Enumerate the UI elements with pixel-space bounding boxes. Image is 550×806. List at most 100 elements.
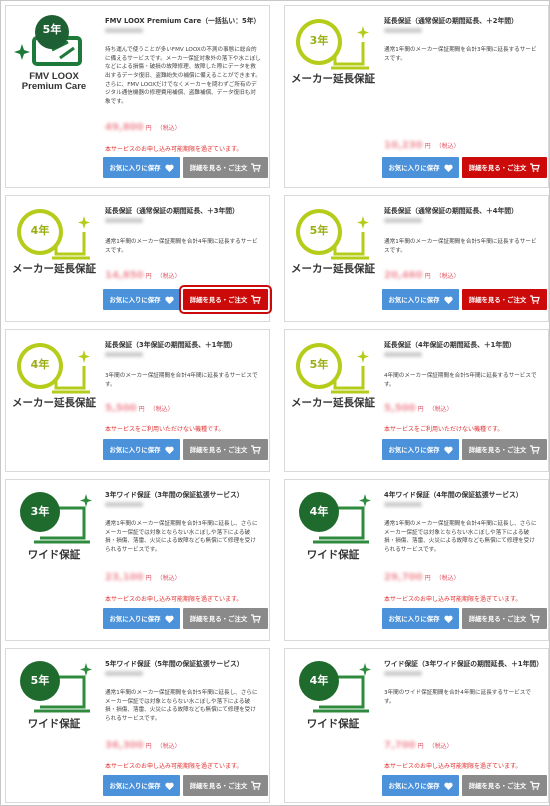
view-details-order-button[interactable]: 詳細を見る・ご注文 <box>462 608 547 629</box>
service-card-extended-4y: 4年 メーカー延長保証 延長保証（通常保証の期間延長、＋3年間） 通常1年間のメ… <box>5 195 272 322</box>
price-yen: 円 <box>417 743 424 750</box>
years-badge: 5年 <box>30 674 50 687</box>
view-details-order-button[interactable]: 詳細を見る・ご注文 <box>183 775 268 796</box>
add-to-favorites-button[interactable]: お気に入りに保存 <box>103 608 180 629</box>
price: 5,500 円 （税込） <box>384 403 453 414</box>
availability-note: 本サービスのお申し込み可能期限を過ぎています。 <box>384 763 522 770</box>
detail-label: 詳細を見る・ご注文 <box>468 615 527 623</box>
premium-care-icon: 5年 <box>12 14 96 74</box>
service-caption: メーカー延長保証 <box>291 397 375 409</box>
service-card-extended-4y-plus1: 5年 メーカー延長保証 延長保証（4年保証の期間延長、＋1年間） 4年間のメーカ… <box>284 329 549 472</box>
service-card-wide-3y-plus1: 4年 ワイド保証 ワイド保証（3年ワイド保証の期間延長、＋1年間） 3年間のワイ… <box>284 648 549 803</box>
product-code-blurred <box>105 218 143 223</box>
sparkle-icon <box>357 350 369 363</box>
service-title: 延長保証（通常保証の期間延長、＋2年間） <box>384 17 518 25</box>
price-yen: 円 <box>145 743 152 750</box>
sparkle-icon <box>78 216 90 229</box>
service-caption: ワイド保証 <box>27 549 81 561</box>
view-details-order-button[interactable]: 詳細を見る・ご注文 <box>462 157 547 178</box>
service-caption: メーカー延長保証 <box>291 73 375 85</box>
years-badge: 4年 <box>309 505 329 518</box>
add-to-favorites-button[interactable]: お気に入りに保存 <box>382 439 459 460</box>
service-caption: メーカー延長保証 <box>12 263 96 275</box>
heart-icon <box>443 296 453 304</box>
service-card-extended-3y: 3年 メーカー延長保証 延長保証（通常保証の期間延長、＋2年間） 通常1年間のメ… <box>284 5 549 188</box>
wide-warranty-icon: 4年 <box>291 488 375 548</box>
price: 5,500 円 （税込） <box>105 403 174 414</box>
sparkle-icon <box>80 663 92 676</box>
view-details-order-button[interactable]: 詳細を見る・ご注文 <box>462 775 547 796</box>
detail-label: 詳細を見る・ご注文 <box>468 164 527 172</box>
price-value: 5,500 <box>105 403 137 414</box>
price-yen: 円 <box>145 575 152 582</box>
price-value: 10,230 <box>384 140 423 151</box>
detail-label: 詳細を見る・ご注文 <box>189 296 248 304</box>
cart-icon <box>530 614 541 623</box>
favorite-label: お気に入りに保存 <box>109 446 161 454</box>
price-value: 5,500 <box>384 403 416 414</box>
heart-icon <box>164 296 174 304</box>
price: 49,800 円 （税込） <box>105 122 181 133</box>
service-title: 3年ワイド保証（3年間の保証拡張サービス） <box>105 491 244 499</box>
add-to-favorites-button[interactable]: お気に入りに保存 <box>382 775 459 796</box>
service-card-extended-3y-plus1: 4年 メーカー延長保証 延長保証（3年保証の期間延長、＋1年間） 3年間のメーカ… <box>5 329 270 472</box>
add-to-favorites-button[interactable]: お気に入りに保存 <box>382 289 459 310</box>
price-tax: （税込） <box>428 406 453 413</box>
years-badge: 4年 <box>30 224 50 237</box>
price-yen: 円 <box>145 125 152 132</box>
heart-icon <box>443 615 453 623</box>
service-description: 持ち運んで使うことが多いFMV LOOXの不測の事態に総合的に備えるサービスです… <box>105 47 261 105</box>
heart-icon <box>164 615 174 623</box>
extended-warranty-icon: 4年 <box>12 204 96 264</box>
sparkle-icon <box>359 663 371 676</box>
price: 36,300 円 （税込） <box>105 740 181 751</box>
view-details-order-button[interactable]: 詳細を見る・ご注文 <box>462 289 547 310</box>
service-description: 通常1年間のメーカー保証期間を合計4年間に延長するサービスです。 <box>105 239 258 254</box>
cart-icon <box>530 295 541 304</box>
price-tax: （税込） <box>156 125 181 132</box>
view-details-order-button[interactable]: 詳細を見る・ご注文 <box>183 439 268 460</box>
extended-warranty-icon: 4年 <box>12 338 96 398</box>
heart-icon <box>164 164 174 172</box>
add-to-favorites-button[interactable]: お気に入りに保存 <box>103 289 180 310</box>
favorite-label: お気に入りに保存 <box>109 296 161 304</box>
add-to-favorites-button[interactable]: お気に入りに保存 <box>103 157 180 178</box>
add-to-favorites-button[interactable]: お気に入りに保存 <box>382 157 459 178</box>
warranty-list-window: 5年 FMV LOOX Premium Care FMV LOOX Premiu… <box>0 0 550 806</box>
wide-warranty-icon: 4年 <box>291 657 375 717</box>
view-details-order-button-highlighted[interactable]: 詳細を見る・ご注文 <box>179 285 272 314</box>
service-description: 4年間のメーカー保証期間を合計5年間に延長するサービスです。 <box>384 373 537 388</box>
extended-warranty-icon: 5年 <box>291 204 375 264</box>
price-yen: 円 <box>424 273 431 280</box>
availability-note: 本サービスのお申し込み可能期限を過ぎています。 <box>105 146 243 153</box>
view-details-order-button[interactable]: 詳細を見る・ご注文 <box>462 439 547 460</box>
price-tax: （税込） <box>435 575 460 582</box>
favorite-label: お気に入りに保存 <box>109 782 161 790</box>
years-badge: 4年 <box>309 674 329 687</box>
service-description: 通常1年間のメーカー保証期間を合計5年間に延長し、さらにメーカー保証では対象とな… <box>105 690 258 722</box>
service-title: FMV LOOX Premium Care（一括払い：5年） <box>105 17 261 25</box>
service-description: 通常1年間のメーカー保証期間を合計4年間に延長し、さらにメーカー保証では対象とな… <box>384 521 537 553</box>
years-badge: 3年 <box>309 34 329 47</box>
product-code-blurred <box>105 502 143 507</box>
years-badge: 5年 <box>309 358 329 371</box>
extended-warranty-icon: 3年 <box>291 14 375 74</box>
product-code-blurred <box>384 352 422 357</box>
price: 23,100 円 （税込） <box>105 572 181 583</box>
view-details-order-button[interactable]: 詳細を見る・ご注文 <box>183 608 268 629</box>
product-code-blurred <box>384 28 422 33</box>
service-caption: メーカー延長保証 <box>12 397 96 409</box>
detail-label: 詳細を見る・ご注文 <box>189 446 248 454</box>
add-to-favorites-button[interactable]: お気に入りに保存 <box>382 608 459 629</box>
favorite-label: お気に入りに保存 <box>109 164 161 172</box>
heart-icon <box>164 782 174 790</box>
detail-label: 詳細を見る・ご注文 <box>468 296 527 304</box>
service-title: 5年ワイド保証（5年間の保証拡張サービス） <box>105 660 244 668</box>
add-to-favorites-button[interactable]: お気に入りに保存 <box>103 439 180 460</box>
detail-label: 詳細を見る・ご注文 <box>189 615 248 623</box>
sparkle-icon <box>80 494 92 507</box>
product-code-blurred <box>384 502 422 507</box>
add-to-favorites-button[interactable]: お気に入りに保存 <box>103 775 180 796</box>
view-details-order-button[interactable]: 詳細を見る・ご注文 <box>183 157 268 178</box>
years-badge: 3年 <box>30 505 50 518</box>
